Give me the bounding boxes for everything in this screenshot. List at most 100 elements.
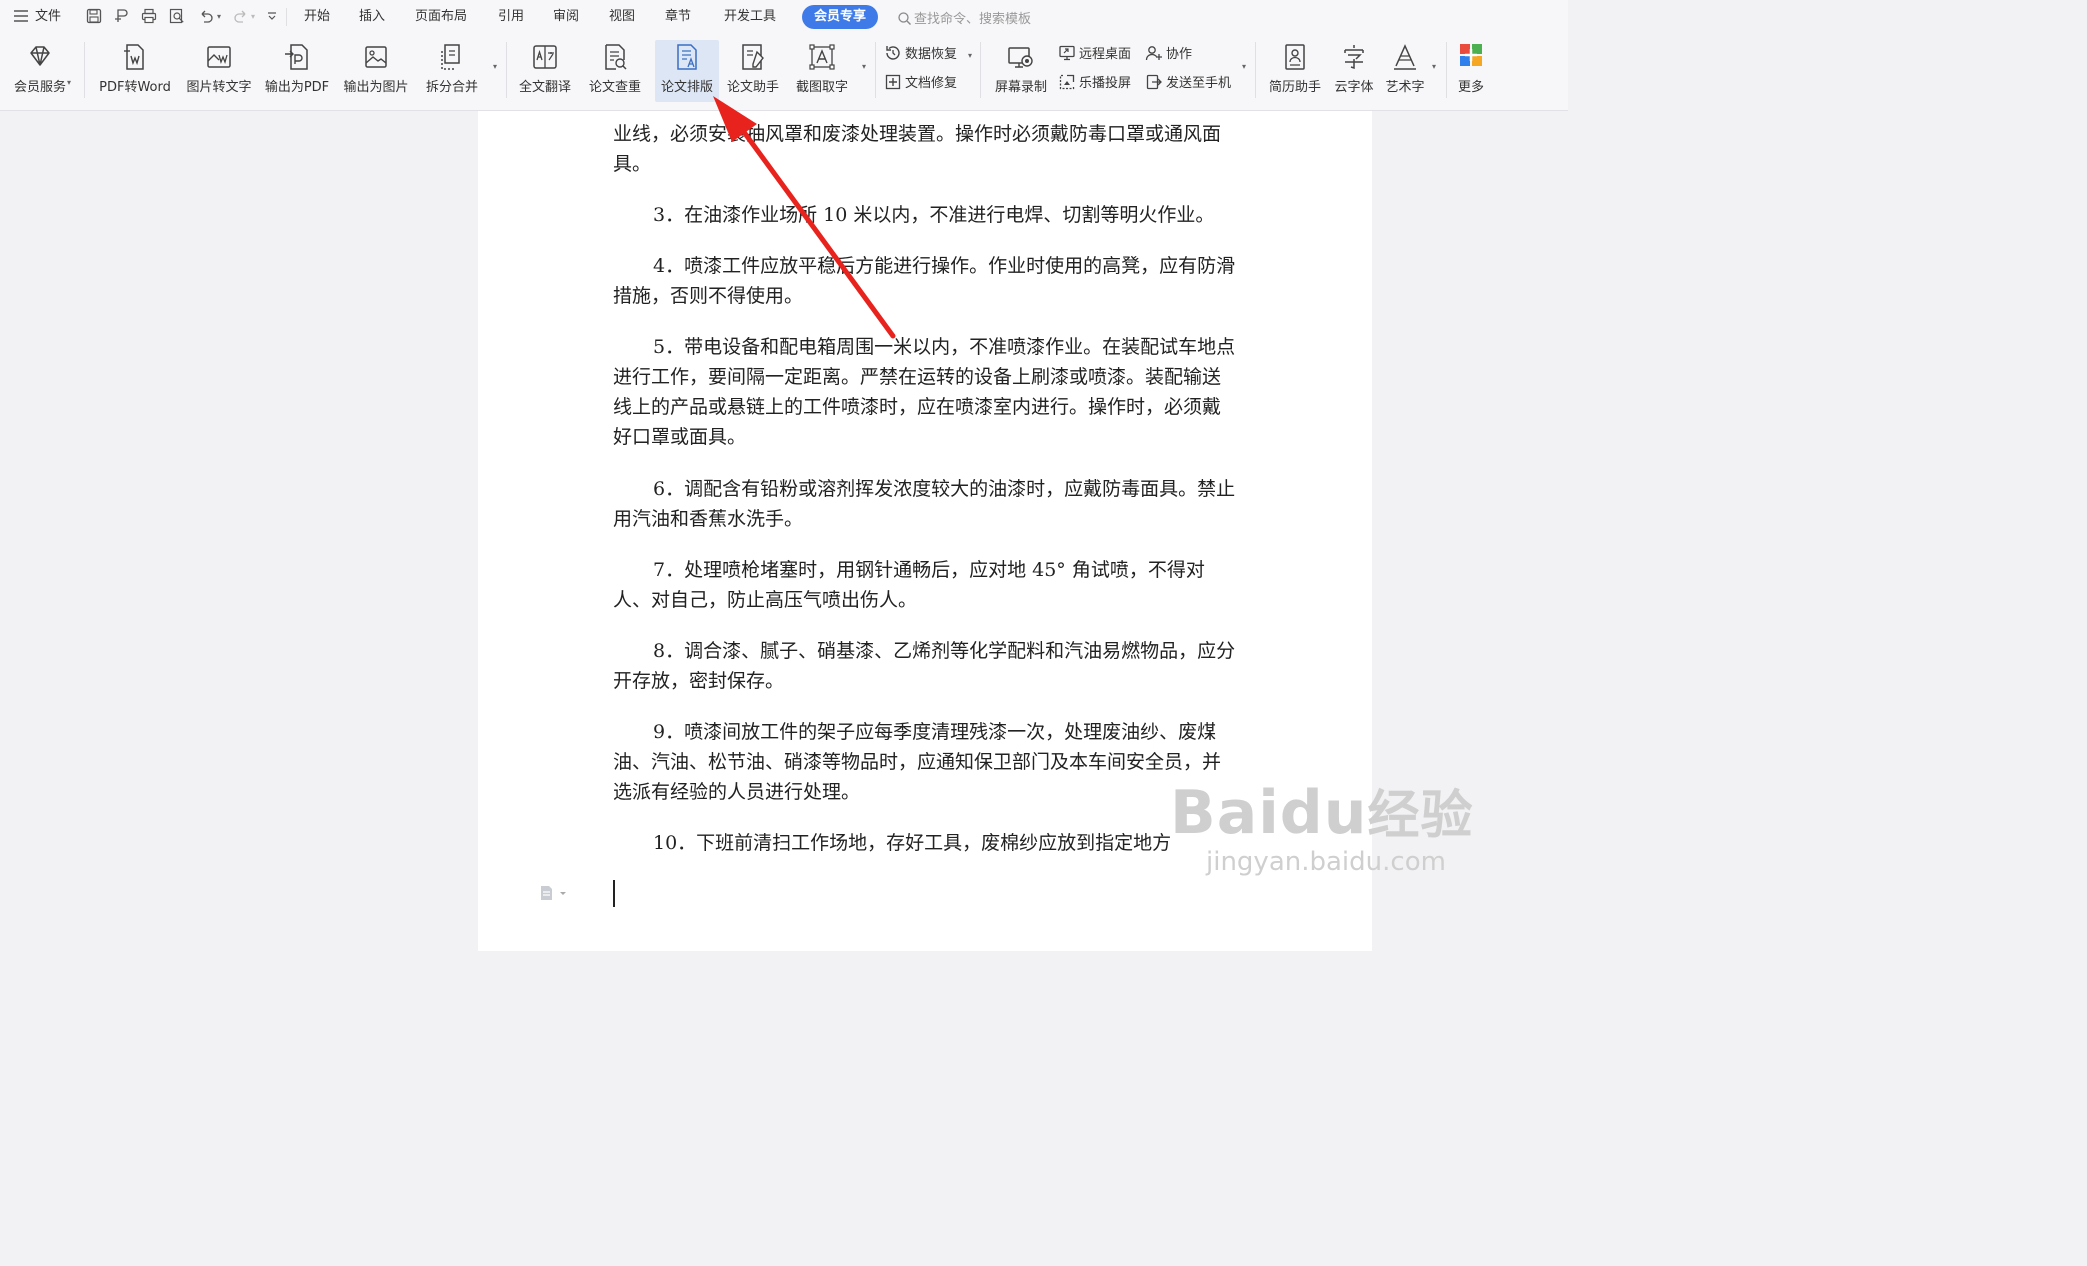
tab-references[interactable]: 引用 xyxy=(498,8,524,26)
export-image-button[interactable]: 输出为图片 xyxy=(340,40,412,102)
paragraph-item-9: 9．喷漆间放工件的架子应每季度清理残漆一次，处理废油纱、废煤油、汽油、松节油、硝… xyxy=(613,717,1237,807)
collaborate-button[interactable]: 协作 xyxy=(1145,44,1192,65)
cloud-font-label: 云字体 xyxy=(1334,80,1374,95)
cloud-font-icon xyxy=(1339,42,1369,76)
tab-start[interactable]: 开始 xyxy=(304,8,330,26)
paragraph-text: 5．带电设备和配电箱周围一米以内，不准喷漆作业。在装配试车地点进行工作，要间隔一… xyxy=(613,336,1236,448)
toolbar-divider xyxy=(980,42,981,98)
export-pdf-button[interactable]: 输出为PDF xyxy=(261,40,333,102)
undo-icon[interactable] xyxy=(196,6,216,26)
screen-record-button[interactable]: 屏幕录制 xyxy=(990,40,1052,102)
redo-icon[interactable] xyxy=(231,6,251,26)
search-icon xyxy=(898,12,911,25)
paragraph-text: 10．下班前清扫工作场地，存好工具，废棉纱应放到指定地方 xyxy=(653,832,1172,854)
full-translate-label: 全文翻译 xyxy=(518,80,571,95)
paragraph-item-3: 3．在油漆作业场所 10 米以内，不准进行电焊、切割等明火作业。 xyxy=(613,200,1237,230)
doc-repair-button[interactable]: 文档修复 xyxy=(884,73,957,94)
tab-developer[interactable]: 开发工具 xyxy=(724,8,776,26)
watermark-brand-cn: 经验 xyxy=(1367,786,1474,846)
remote-desktop-icon xyxy=(1059,45,1075,61)
tab-page-layout[interactable]: 页面布局 xyxy=(415,8,467,26)
export-icon[interactable] xyxy=(111,6,131,26)
print-icon[interactable] xyxy=(139,6,159,26)
cloud-font-button[interactable]: 云字体 xyxy=(1328,40,1380,102)
customize-toolbar-icon[interactable] xyxy=(262,6,282,26)
paragraph-item-8: 8．调合漆、腻子、硝基漆、乙烯剂等化学配料和汽油易燃物品，应分开存放，密封保存。 xyxy=(613,636,1237,696)
send-to-phone-button[interactable]: 发送至手机 xyxy=(1145,73,1231,94)
image-to-text-icon xyxy=(204,42,234,76)
save-icon[interactable] xyxy=(84,6,104,26)
pdf-to-word-button[interactable]: PDF转Word xyxy=(95,40,175,102)
paragraph-layout-icon[interactable] xyxy=(538,884,572,906)
paragraph-text: 4．喷漆工件应放平稳后方能进行操作。作业时使用的高凳，应有防滑措施，否则不得使用… xyxy=(613,255,1236,307)
paper-format-button[interactable]: 论文排版 xyxy=(655,40,719,102)
doc-repair-label: 文档修复 xyxy=(905,76,958,91)
tab-vip[interactable]: 会员专享 xyxy=(802,5,878,29)
paper-assistant-button[interactable]: 论文助手 xyxy=(722,40,784,102)
collaborate-icon xyxy=(1145,46,1162,61)
hamburger-menu-icon[interactable] xyxy=(11,6,31,26)
file-menu[interactable]: 文件 xyxy=(35,8,61,26)
paragraph-item-5: 5．带电设备和配电箱周围一米以内，不准喷漆作业。在装配试车地点进行工作，要间隔一… xyxy=(613,332,1237,452)
word-art-button[interactable]: 艺术字 xyxy=(1380,40,1430,102)
tab-view[interactable]: 视图 xyxy=(609,8,635,26)
baidu-jingyan-watermark: Baidu经验 jingyan.baidu.com xyxy=(1170,782,1473,877)
paper-format-icon xyxy=(672,42,702,76)
menu-divider xyxy=(286,8,287,26)
paper-check-label: 论文查重 xyxy=(588,80,641,95)
ribbon-toolbar: 会员服务 ▾ PDF转Word 图片转文字 输出为PDF 输出为图片 拆分合并 … xyxy=(0,34,1568,111)
word-art-label: 艺术字 xyxy=(1385,80,1425,95)
menu-bar: 文件 ▾ ▾ 开始 插入 页面布局 引用 审阅 视图 章节 开发工具 会员专享 … xyxy=(0,0,1568,34)
member-service-label: 会员服务 xyxy=(13,80,66,95)
translate-icon xyxy=(530,42,560,76)
paragraph-text: 3．在油漆作业场所 10 米以内，不准进行电焊、切割等明火作业。 xyxy=(653,204,1215,226)
more-label: 更多 xyxy=(1457,80,1484,95)
resume-helper-label: 简历助手 xyxy=(1268,80,1321,95)
print-preview-icon[interactable] xyxy=(167,6,187,26)
text-cursor xyxy=(613,880,615,907)
recovery-icon xyxy=(886,46,900,60)
text-tools-overflow-icon[interactable]: ▾ xyxy=(1432,62,1436,71)
image-to-text-label: 图片转文字 xyxy=(186,80,252,95)
cast-screen-icon xyxy=(1059,74,1075,90)
data-recovery-button[interactable]: 数据恢复 xyxy=(884,44,957,65)
paper-assistant-icon xyxy=(738,42,768,76)
paper-check-button[interactable]: 论文查重 xyxy=(580,40,650,102)
member-service-button[interactable]: 会员服务 xyxy=(4,40,76,102)
cast-screen-button[interactable]: 乐播投屏 xyxy=(1058,73,1131,94)
tools-overflow-icon[interactable]: ▾ xyxy=(493,62,497,71)
remote-desktop-label: 远程桌面 xyxy=(1079,47,1132,62)
full-translate-button[interactable]: 全文翻译 xyxy=(514,40,576,102)
apps-grid-icon xyxy=(1458,42,1484,72)
toolbar-divider xyxy=(506,42,507,98)
tab-chapter[interactable]: 章节 xyxy=(665,8,691,26)
paragraph-continuation: 业线，必须安装抽风罩和废漆处理装置。操作时必须戴防毒口罩或通风面具。 xyxy=(613,123,1222,175)
tab-review[interactable]: 审阅 xyxy=(553,8,579,26)
paragraph-text: 8．调合漆、腻子、硝基漆、乙烯剂等化学配料和汽油易燃物品，应分开存放，密封保存。 xyxy=(613,640,1236,692)
remote-desktop-button[interactable]: 远程桌面 xyxy=(1058,44,1131,65)
toolbar-divider xyxy=(875,42,876,98)
tab-insert[interactable]: 插入 xyxy=(359,8,385,26)
data-recovery-dropdown-icon[interactable]: ▾ xyxy=(968,51,972,60)
send-to-phone-icon xyxy=(1146,74,1162,90)
undo-dropdown-icon[interactable]: ▾ xyxy=(217,12,221,21)
share-tools-overflow-icon[interactable]: ▾ xyxy=(1242,62,1246,71)
command-search[interactable]: 查找命令、搜索模板 xyxy=(897,8,1031,27)
send-to-phone-label: 发送至手机 xyxy=(1166,76,1232,91)
cast-screen-label: 乐播投屏 xyxy=(1079,76,1132,91)
split-merge-icon xyxy=(437,42,467,76)
split-merge-label: 拆分合并 xyxy=(425,80,478,95)
resume-helper-button[interactable]: 简历助手 xyxy=(1264,40,1326,102)
image-to-text-button[interactable]: 图片转文字 xyxy=(182,40,256,102)
screenshot-ocr-button[interactable]: 截图取字 xyxy=(788,40,856,102)
more-button[interactable]: 更多 xyxy=(1452,40,1490,102)
paragraph-item-4: 4．喷漆工件应放平稳后方能进行操作。作业时使用的高凳，应有防滑措施，否则不得使用… xyxy=(613,251,1237,311)
paragraph-text: 9．喷漆间放工件的架子应每季度清理残漆一次，处理废油纱、废煤油、汽油、松节油、硝… xyxy=(613,721,1222,803)
split-merge-button[interactable]: 拆分合并 xyxy=(418,40,486,102)
toolbar-divider xyxy=(1255,42,1256,98)
paper-tools-overflow-icon[interactable]: ▾ xyxy=(862,62,866,71)
screen-record-icon xyxy=(1006,42,1036,76)
member-service-dropdown-icon[interactable]: ▾ xyxy=(67,78,71,87)
screenshot-ocr-label: 截图取字 xyxy=(795,80,848,95)
redo-dropdown-icon[interactable]: ▾ xyxy=(251,12,255,21)
